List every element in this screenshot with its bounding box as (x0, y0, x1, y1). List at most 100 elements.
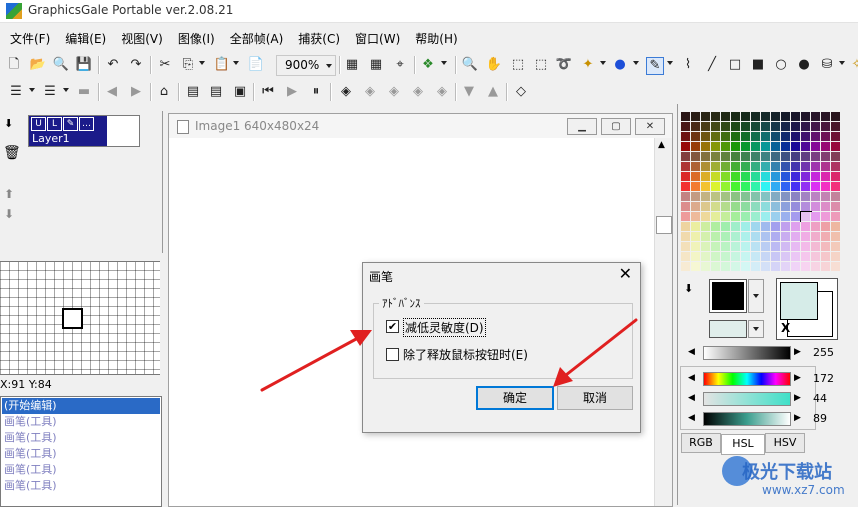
ok-button[interactable]: 确定 (476, 386, 554, 410)
palette-swatch[interactable] (711, 212, 721, 222)
palette-swatch[interactable] (691, 252, 701, 262)
palette-swatch[interactable] (821, 262, 831, 272)
palette-swatch[interactable] (691, 222, 701, 232)
lasso-icon[interactable]: ➰ (556, 57, 572, 73)
magic-wand-icon[interactable]: ✦ (580, 57, 596, 73)
palette-swatch[interactable] (801, 122, 811, 132)
background-color-select[interactable] (709, 320, 747, 338)
palette-swatch[interactable] (801, 132, 811, 142)
palette-swatch[interactable] (801, 222, 811, 232)
palette-swatch[interactable] (801, 162, 811, 172)
spray-icon[interactable]: ✧ (849, 57, 858, 73)
palette-swatch[interactable] (801, 142, 811, 152)
palette-swatch[interactable] (761, 152, 771, 162)
palette-swatch[interactable] (681, 232, 691, 242)
palette-swatch[interactable] (781, 262, 791, 272)
saturation-slider[interactable]: ◀ ▶ (686, 391, 806, 406)
palette-swatch[interactable] (821, 152, 831, 162)
paste-dropdown-icon[interactable] (233, 61, 239, 65)
palette-swatch[interactable] (771, 252, 781, 262)
palette-swatch[interactable] (801, 252, 811, 262)
palette-swatch[interactable] (791, 162, 801, 172)
layer-copy-icon[interactable]: ◈ (410, 84, 426, 100)
palette-swatch[interactable] (681, 252, 691, 262)
history-item[interactable]: 画笔(工具) (2, 462, 160, 478)
palette-swatch[interactable] (691, 202, 701, 212)
open-folder-icon[interactable]: 📂 (30, 57, 46, 73)
palette-swatch[interactable] (831, 132, 841, 142)
palette-swatch[interactable] (741, 152, 751, 162)
palette-swatch[interactable] (791, 212, 801, 222)
palette-swatch[interactable] (791, 262, 801, 272)
palette-swatch[interactable] (741, 252, 751, 262)
copy-icon[interactable]: ⎘ (180, 57, 196, 73)
menu-view[interactable]: 视图(V) (111, 27, 168, 49)
palette-swatch[interactable] (761, 192, 771, 202)
palette-swatch[interactable] (831, 252, 841, 262)
palette-swatch[interactable] (751, 212, 761, 222)
palette-swatch[interactable] (781, 122, 791, 132)
palette-swatch[interactable] (691, 242, 701, 252)
palette-swatch[interactable] (761, 222, 771, 232)
palette-swatch[interactable] (721, 212, 731, 222)
download-icon[interactable]: ⬇ (4, 117, 13, 130)
palette-swatch[interactable] (811, 122, 821, 132)
palette-swatch[interactable] (701, 182, 711, 192)
swap-colors-icon[interactable]: X (781, 321, 790, 335)
palette-swatch[interactable] (801, 192, 811, 202)
palette-swatch[interactable] (681, 112, 691, 122)
palette-swatch[interactable] (791, 122, 801, 132)
palette-swatch[interactable] (731, 172, 741, 182)
palette-swatch[interactable] (741, 132, 751, 142)
zoom-select[interactable]: 900% (276, 55, 336, 76)
palette-swatch[interactable] (821, 112, 831, 122)
palette-swatch[interactable] (771, 242, 781, 252)
foreground-dropdown[interactable] (748, 279, 764, 313)
palette-swatch[interactable] (791, 182, 801, 192)
arrow-left-icon[interactable]: ◀ (688, 371, 695, 385)
palette-swatch[interactable] (811, 262, 821, 272)
palette-swatch[interactable] (781, 252, 791, 262)
palette-swatch[interactable] (821, 222, 831, 232)
palette-swatch[interactable] (731, 122, 741, 132)
selection-dropdown-icon[interactable] (633, 61, 639, 65)
palette-swatch[interactable] (761, 112, 771, 122)
palette-swatch[interactable] (831, 152, 841, 162)
palette-swatch[interactable] (681, 162, 691, 172)
minimize-button[interactable]: ▁ (567, 118, 597, 135)
palette-swatch[interactable] (811, 132, 821, 142)
palette-swatch[interactable] (711, 252, 721, 262)
palette-swatch[interactable] (681, 242, 691, 252)
palette-swatch[interactable] (821, 182, 831, 192)
palette-swatch[interactable] (811, 172, 821, 182)
filled-rectangle-icon[interactable]: ■ (750, 57, 766, 73)
rect-select-icon[interactable]: ⬚ (510, 57, 526, 73)
palette-swatch[interactable] (781, 162, 791, 172)
palette-swatch[interactable] (701, 112, 711, 122)
palette-swatch[interactable] (811, 112, 821, 122)
pen-dropdown-icon[interactable] (667, 61, 673, 65)
menu-all-frames[interactable]: 全部帧(A) (220, 27, 289, 49)
palette-swatch[interactable] (771, 212, 781, 222)
palette-swatch[interactable] (751, 232, 761, 242)
palette-swatch[interactable] (751, 202, 761, 212)
palette-swatch[interactable] (731, 112, 741, 122)
palette-swatch[interactable] (701, 152, 711, 162)
palette-swatch[interactable] (761, 122, 771, 132)
palette-swatch[interactable] (821, 122, 831, 132)
palette-swatch[interactable] (781, 222, 791, 232)
zoom-tool-icon[interactable]: 🔍 (462, 57, 478, 73)
palette-swatch[interactable] (801, 202, 811, 212)
palette-swatch[interactable] (721, 142, 731, 152)
palette-swatch[interactable] (831, 142, 841, 152)
palette-swatch[interactable] (761, 262, 771, 272)
palette-swatch[interactable] (681, 182, 691, 192)
next-icon[interactable]: ▶ (128, 84, 144, 100)
palette-swatch[interactable] (721, 232, 731, 242)
palette-swatch[interactable] (701, 142, 711, 152)
palette-swatch[interactable] (821, 252, 831, 262)
palette-swatch[interactable] (691, 192, 701, 202)
frame-list-icon[interactable]: ▬ (76, 84, 92, 100)
palette-swatch[interactable] (821, 212, 831, 222)
palette-swatch[interactable] (721, 252, 731, 262)
